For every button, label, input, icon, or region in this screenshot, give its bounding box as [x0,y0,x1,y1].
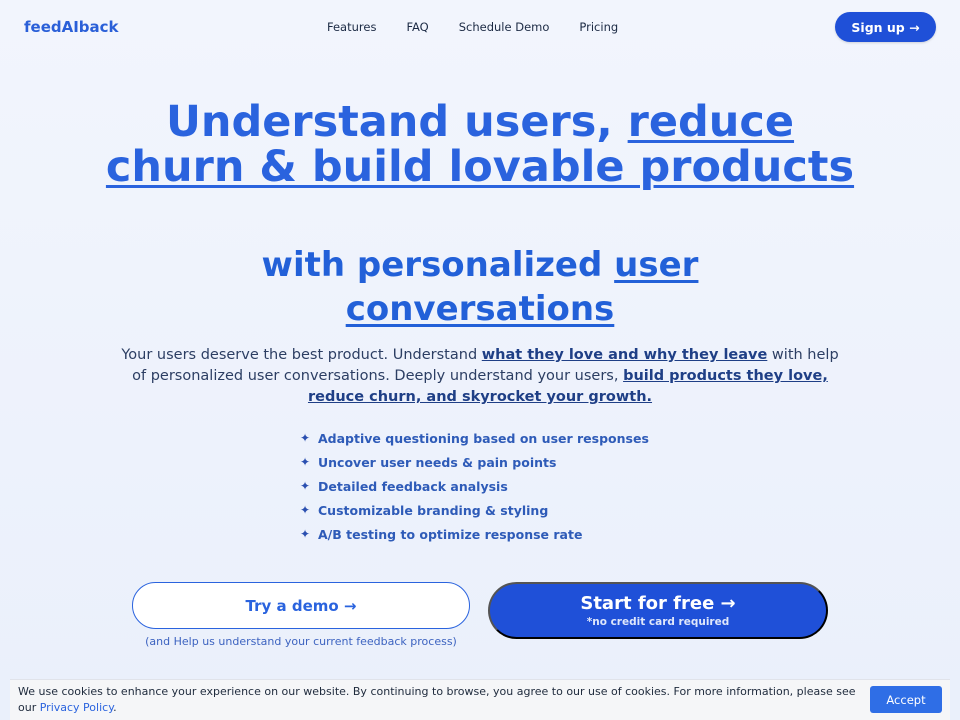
cookie-message: We use cookies to enhance your experienc… [18,685,856,714]
feature-list: ✦ Adaptive questioning based on user resp… [300,426,649,546]
nav-link-schedule-demo[interactable]: Schedule Demo [459,20,550,34]
feature-label: A/B testing to optimize response rate [318,526,583,542]
start-free-label: Start for free → [580,592,736,614]
feature-item: ✦ Detailed feedback analysis [300,474,649,498]
feature-item: ✦ A/B testing to optimize response rate [300,522,649,546]
privacy-policy-link[interactable]: Privacy Policy [40,701,113,714]
start-free-button[interactable]: Start for free → *no credit card require… [488,582,828,639]
cookie-end: . [113,700,117,714]
feature-item: ✦ Customizable branding & styling [300,498,649,522]
signup-button[interactable]: Sign up → [835,12,936,42]
hero-subtitle-plain: with personalized [261,245,615,285]
hero-subtitle: with personalized user conversations [150,243,810,331]
nav-link-faq[interactable]: FAQ [406,20,428,34]
start-free-sublabel: *no credit card required [586,615,730,628]
sparkle-icon: ✦ [300,479,311,493]
lead-part-1: Your users deserve the best product. Und… [121,347,482,363]
cookie-text: We use cookies to enhance your experienc… [18,684,858,715]
try-demo-button[interactable]: Try a demo → [132,582,470,629]
hero-title-plain: Understand users, [165,97,628,147]
feature-label: Detailed feedback analysis [318,478,508,494]
top-nav: feedAIback Features FAQ Schedule Demo Pr… [0,0,960,54]
feature-label: Uncover user needs & pain points [318,454,557,470]
feature-label: Customizable branding & styling [318,502,549,518]
feature-item: ✦ Adaptive questioning based on user resp… [300,426,649,450]
sparkle-icon: ✦ [300,503,311,517]
feature-label: Adaptive questioning based on user respo… [318,430,649,446]
sparkle-icon: ✦ [300,527,311,541]
demo-note: (and Help us understand your current fee… [145,635,457,648]
hero-title: Understand users, reduce churn & build l… [100,100,860,190]
sparkle-icon: ✦ [300,431,311,445]
accept-cookies-button[interactable]: Accept [870,686,942,713]
lead-paragraph: Your users deserve the best product. Und… [120,345,840,408]
nav-links: Features FAQ Schedule Demo Pricing [327,20,618,34]
nav-link-features[interactable]: Features [327,20,376,34]
sparkle-icon: ✦ [300,455,311,469]
logo[interactable]: feedAIback [24,18,119,36]
cookie-banner: We use cookies to enhance your experienc… [10,679,950,720]
feature-item: ✦ Uncover user needs & pain points [300,450,649,474]
nav-link-pricing[interactable]: Pricing [579,20,618,34]
page: feedAIback Features FAQ Schedule Demo Pr… [0,0,960,720]
lead-highlight-1: what they love and why they leave [481,347,768,363]
